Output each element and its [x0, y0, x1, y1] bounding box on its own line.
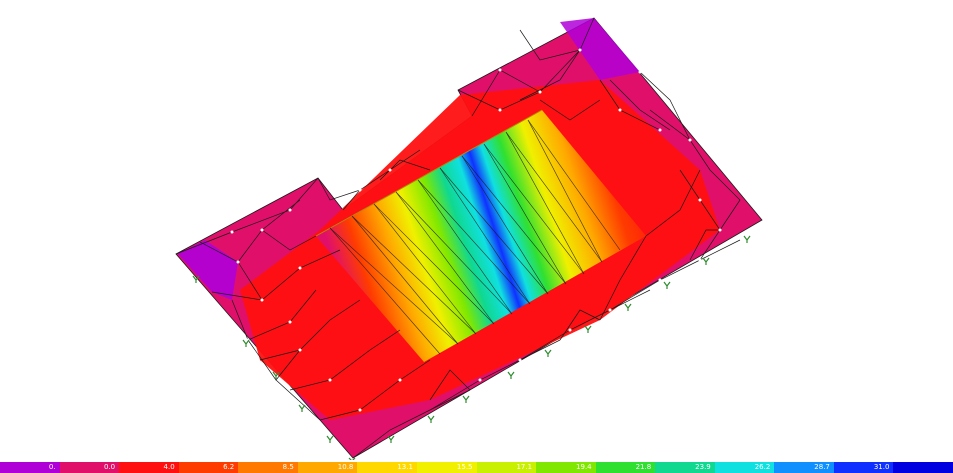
legend-tick-label: 4.0	[163, 463, 175, 471]
legend-tick-label: 10.8	[337, 463, 354, 471]
legend-cell: 0.	[0, 462, 60, 473]
legend-tick-label: 0.0	[103, 463, 116, 471]
legend-cell: 26.2	[714, 462, 775, 473]
support-icon	[507, 371, 515, 379]
color-legend-bar: 0. 0.0 4.0 6.2 8.5 10.8 13.1 15.5 17.1 19.4 21.8 23…	[0, 462, 953, 473]
legend-cell: 31.0	[833, 462, 894, 473]
legend-cell: 17.1	[476, 462, 537, 473]
support-icon	[663, 281, 671, 289]
legend-cell: 15.5	[416, 462, 477, 473]
legend-cell: 0.0	[59, 462, 120, 473]
support-icon	[242, 339, 250, 347]
model-viewport[interactable]	[0, 0, 953, 460]
legend-tick-label: 15.5	[456, 463, 473, 471]
support-icon	[326, 435, 334, 443]
legend-tick-label: 23.9	[695, 463, 711, 471]
support-icon	[624, 303, 632, 311]
legend-tick-label: 17.1	[516, 463, 533, 471]
support-icon	[544, 349, 552, 357]
legend-cell: 23.9	[655, 462, 715, 473]
legend-tick-label: 28.7	[814, 463, 830, 471]
support-icon	[298, 404, 306, 412]
support-icon	[427, 415, 435, 423]
support-icon	[387, 435, 395, 443]
legend-cell: 13.1	[357, 462, 417, 473]
legend-tick-label: 0.	[48, 463, 56, 471]
legend-cell: 19.4	[536, 462, 596, 473]
support-icon	[584, 325, 592, 333]
legend-tick-label: 13.1	[397, 463, 413, 471]
support-icon	[702, 257, 710, 265]
legend-cell: 8.5	[238, 462, 298, 473]
legend-tick-label: 19.4	[576, 463, 592, 471]
legend-tick-label: 8.5	[282, 463, 294, 471]
legend-tick-label: 21.8	[635, 463, 652, 471]
legend-cell: 10.8	[297, 462, 358, 473]
support-icon	[743, 235, 751, 243]
support-icon	[462, 395, 470, 403]
legend-cell: 4.0	[119, 462, 179, 473]
legend-tick-label: 31.0	[873, 463, 890, 471]
support-icon	[348, 457, 356, 460]
legend-cell: 6.2	[178, 462, 239, 473]
legend-cell: 28.7	[774, 462, 834, 473]
legend-cell	[893, 462, 953, 473]
legend-tick-label: 26.2	[754, 463, 771, 471]
legend-cell: 21.8	[595, 462, 656, 473]
legend-tick-label: 6.2	[223, 463, 235, 471]
